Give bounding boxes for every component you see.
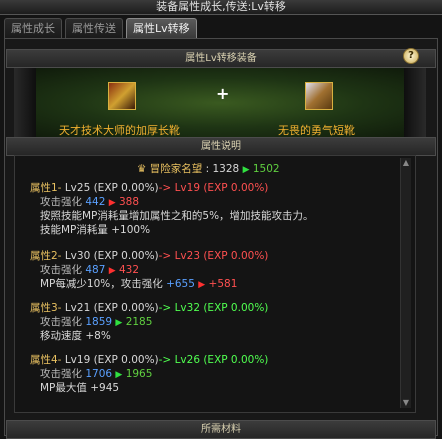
target-item-slot[interactable]	[305, 82, 333, 110]
right-pillar	[404, 68, 426, 138]
attr1-note1: 按照技能MP消耗量增加属性之和的5%，增加技能攻击力。	[40, 210, 314, 222]
fame-from: 1328	[212, 163, 240, 175]
fame-label: 冒险家名望	[149, 163, 203, 175]
target-item-name: 无畏的勇气短靴	[278, 124, 355, 137]
window-title: 装备属性成长,传送:Lv转移	[0, 0, 442, 15]
transfer-section-header: 属性Lv转移装备	[6, 49, 436, 68]
fame-icon: ♛	[137, 163, 147, 175]
plus-icon: +	[216, 84, 230, 103]
attr4-header: 属性4- Lv19 (EXP 0.00%)-> Lv26 (EXP 0.00%)	[30, 354, 269, 366]
decrease-arrow-icon: ▶	[198, 280, 206, 290]
attr1-stat: 攻击强化 442 ▶ 388	[40, 196, 140, 208]
description-scrollbar[interactable]: ▲ ▼	[400, 158, 411, 408]
left-pillar	[14, 68, 36, 138]
attr4-stat: 攻击强化 1706 ▶ 1965	[40, 368, 153, 380]
tab-attribute-growth[interactable]: 属性成长	[4, 18, 62, 38]
attr3-header: 属性3- Lv21 (EXP 0.00%)-> Lv32 (EXP 0.00%)	[30, 302, 269, 314]
attr2-stat: 攻击强化 487 ▶ 432	[40, 264, 140, 276]
decrease-arrow-icon: ▶	[108, 198, 116, 208]
description-section-header: 属性说明	[6, 137, 436, 156]
source-item-name: 天才技术大师的加厚长靴	[59, 124, 180, 137]
attr2-note1: MP每减少10%，攻击强化 +655 ▶ +581	[40, 278, 238, 290]
scroll-down-icon[interactable]: ▼	[401, 398, 411, 408]
fame-to: 1502	[252, 163, 280, 175]
increase-arrow-icon: ▶	[115, 318, 123, 328]
increase-arrow-icon: ▶	[242, 165, 250, 175]
increase-arrow-icon: ▶	[115, 370, 123, 380]
fame-row: ♛ 冒险家名望 : 1328 ▶ 1502	[137, 163, 280, 175]
tab-attribute-transfer[interactable]: 属性传送	[65, 18, 123, 38]
tab-level-transfer[interactable]: 属性Lv转移	[126, 18, 197, 38]
attr3-stat: 攻击强化 1859 ▶ 2185	[40, 316, 153, 328]
attr3-note1: 移动速度 +8%	[40, 330, 111, 342]
scroll-up-icon[interactable]: ▲	[401, 158, 411, 168]
attr2-header: 属性2- Lv30 (EXP 0.00%)-> Lv23 (EXP 0.00%)	[30, 250, 269, 262]
attr1-header: 属性1- Lv25 (EXP 0.00%)-> Lv19 (EXP 0.00%)	[30, 182, 269, 194]
help-icon[interactable]: ?	[403, 48, 419, 64]
attr1-note2: 技能MP消耗量 +100%	[40, 224, 151, 236]
source-item-slot[interactable]	[108, 82, 136, 110]
materials-section-header: 所需材料	[6, 420, 436, 439]
decrease-arrow-icon: ▶	[108, 266, 116, 276]
tab-bar: 属性成长 属性传送 属性Lv转移	[4, 18, 197, 38]
attr4-note1: MP最大值 +945	[40, 382, 120, 394]
